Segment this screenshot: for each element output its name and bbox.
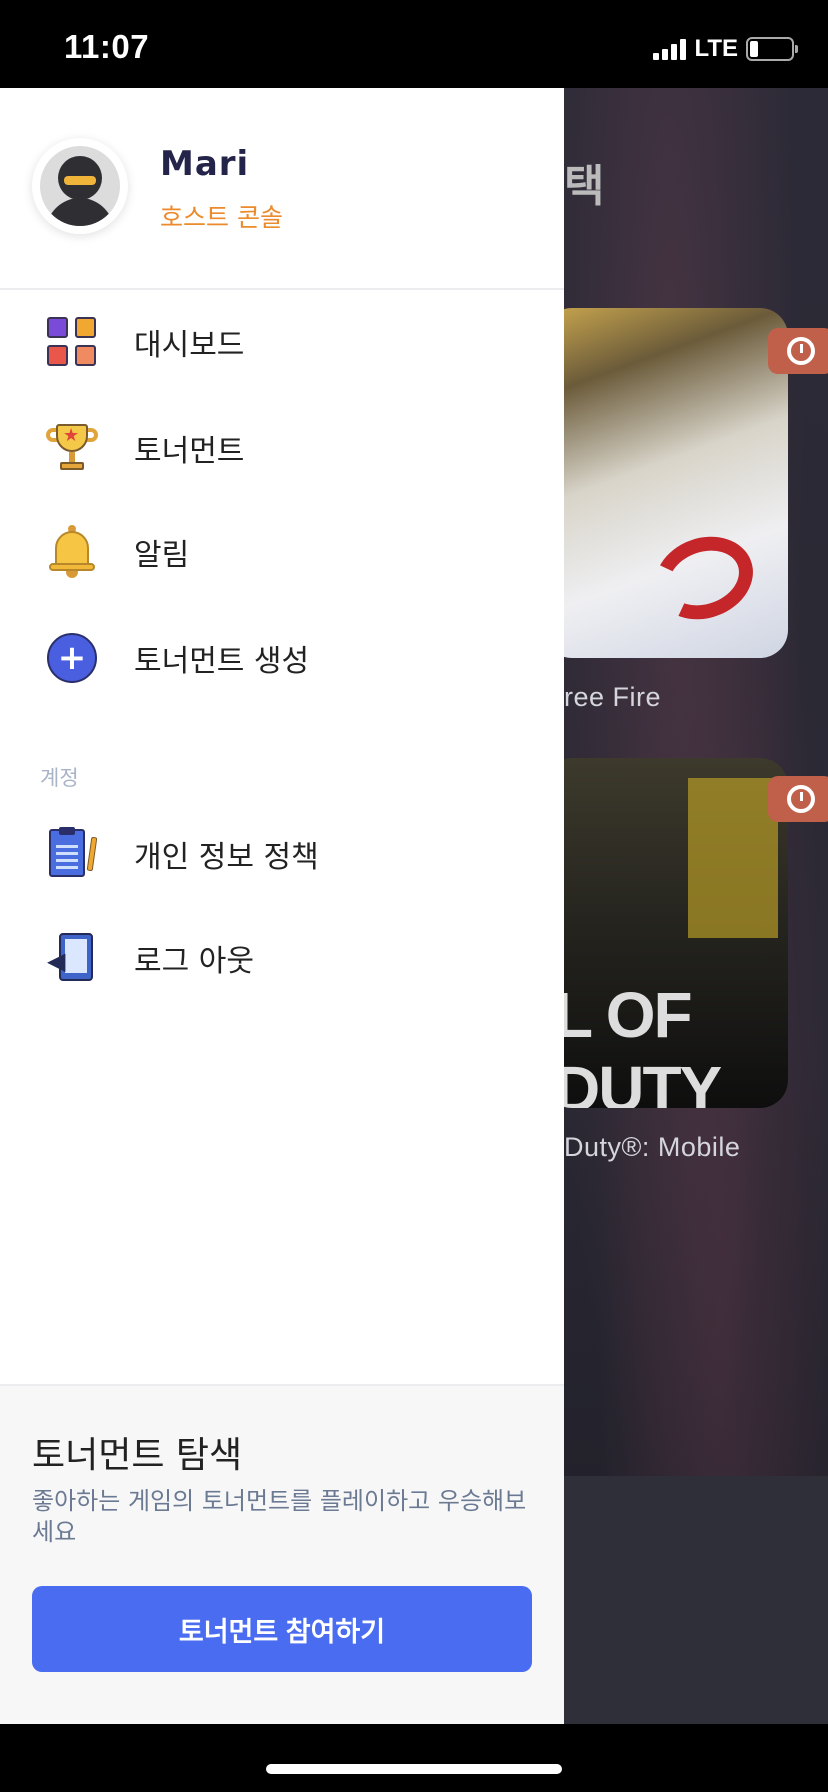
trophy-icon: ★ — [46, 422, 98, 474]
bell-icon — [46, 525, 98, 578]
menu-item-label: 토너먼트 — [134, 434, 245, 469]
profile-name: Mari — [160, 144, 250, 184]
menu-item-privacy-policy[interactable]: 개인 정보 정책 — [0, 804, 564, 904]
section-label-account: 계정 — [40, 766, 79, 790]
dashboard-icon — [46, 316, 98, 368]
profile-header[interactable]: Mari 호스트 콘솔 — [0, 88, 564, 290]
profile-role: 호스트 콘솔 — [160, 203, 283, 232]
document-icon — [46, 827, 98, 880]
menu-item-logout[interactable]: ◀ 로그 아웃 — [0, 908, 564, 1008]
battery-icon — [746, 37, 798, 61]
promo-description: 좋아하는 게임의 토너먼트를 플레이하고 우승해보세요 — [32, 1487, 527, 1546]
status-time: 11:07 — [64, 28, 150, 65]
menu-item-create-tournament[interactable]: + 토너먼트 생성 — [0, 608, 564, 708]
timer-icon — [768, 328, 828, 374]
logout-icon: ◀ — [46, 932, 98, 984]
game-card-caption: ree Fire — [564, 682, 662, 712]
home-indicator[interactable] — [266, 1764, 562, 1774]
plus-circle-icon: + — [46, 632, 98, 684]
navigation-drawer: Mari 호스트 콘솔 대시보드 ★ 토너먼트 알림 + 토너먼트 생성 계정 … — [0, 88, 564, 1724]
ninja-avatar-icon[interactable] — [32, 138, 128, 234]
background-app[interactable]: 택 ree Fire L OF DUTY Duty®: Mobile — [564, 88, 828, 1724]
menu-item-label: 알림 — [134, 538, 190, 573]
explore-tournaments-panel: 토너먼트 탐색 좋아하는 게임의 토너먼트를 플레이하고 우승해보세요 토너먼트… — [0, 1384, 564, 1724]
background-heading: 택 — [564, 161, 605, 212]
menu-item-tournament[interactable]: ★ 토너먼트 — [0, 398, 564, 498]
game-card-call-of-duty[interactable]: L OF DUTY — [564, 758, 788, 1108]
free-fire-logo-icon — [643, 523, 765, 633]
menu-item-label: 토너먼트 생성 — [134, 644, 310, 679]
menu-item-dashboard[interactable]: 대시보드 — [0, 292, 564, 392]
timer-icon — [768, 776, 828, 822]
game-card-free-fire[interactable] — [564, 308, 788, 658]
status-bar: 11:07 LTE — [0, 0, 828, 88]
menu-item-notifications[interactable]: 알림 — [0, 502, 564, 602]
game-card-caption: Duty®: Mobile — [564, 1132, 741, 1162]
join-tournament-button[interactable]: 토너먼트 참여하기 — [32, 1586, 532, 1672]
network-type: LTE — [694, 35, 738, 62]
menu-item-label: 로그 아웃 — [134, 944, 254, 979]
signal-icon — [653, 38, 687, 60]
call-of-duty-logo: L OF DUTY — [564, 979, 722, 1108]
menu-item-label: 개인 정보 정책 — [134, 840, 319, 875]
promo-title: 토너먼트 탐색 — [32, 1435, 243, 1476]
menu-item-label: 대시보드 — [134, 328, 245, 363]
status-indicators: LTE — [653, 34, 798, 64]
home-bar-area — [0, 1724, 828, 1792]
